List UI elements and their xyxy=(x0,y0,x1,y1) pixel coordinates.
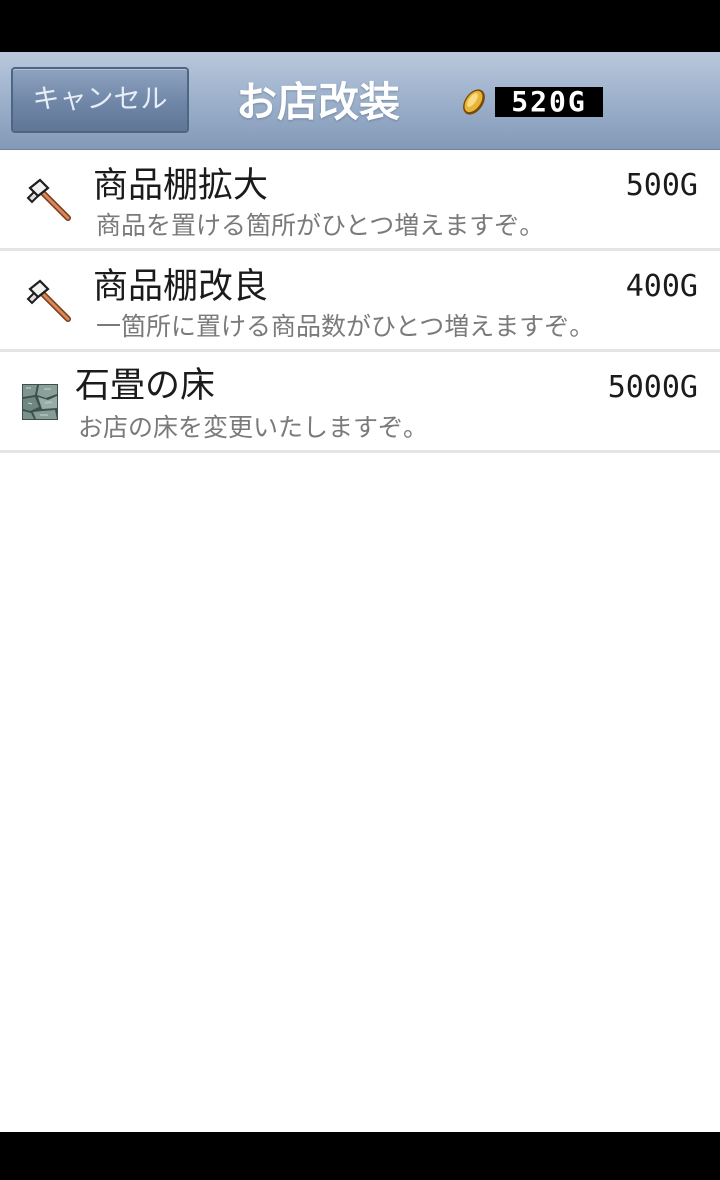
list-item[interactable]: 石畳の床 5000G お店の床を変更いたしますぞ。 xyxy=(0,352,720,453)
list-item[interactable]: 商品棚拡大 500G 商品を置ける箇所がひとつ増えますぞ。 xyxy=(0,150,720,251)
hammer-icon xyxy=(26,178,71,221)
header-bar: キャンセル お店改装 520G xyxy=(0,52,720,150)
gold-coin-icon xyxy=(463,89,485,115)
item-description: 一箇所に置ける商品数がひとつ増えますぞ。 xyxy=(96,312,595,341)
item-price: 5000G xyxy=(607,370,698,405)
cancel-button[interactable]: キャンセル xyxy=(11,67,189,133)
item-price: 500G xyxy=(625,168,698,203)
item-description: 商品を置ける箇所がひとつ増えますぞ。 xyxy=(96,211,545,240)
list-item[interactable]: 商品棚改良 400G 一箇所に置ける商品数がひとつ増えますぞ。 xyxy=(0,251,720,352)
item-name: 商品棚改良 xyxy=(93,267,269,307)
status-bar xyxy=(0,0,720,52)
hammer-icon xyxy=(26,279,71,322)
upgrade-list: 商品棚拡大 500G 商品を置ける箇所がひとつ増えますぞ。 商品棚改良 400G… xyxy=(0,150,720,1132)
item-name: 石畳の床 xyxy=(75,366,216,406)
stone-floor-tile-icon xyxy=(22,384,58,420)
navigation-bar xyxy=(0,1132,720,1180)
screen: キャンセル お店改装 520G 商品棚拡大 500G 商品を置ける箇所がひとつ増… xyxy=(0,0,720,1180)
page-title: お店改装 xyxy=(236,78,400,126)
money-display: 520G xyxy=(495,87,603,117)
item-description: お店の床を変更いたしますぞ。 xyxy=(78,413,429,442)
item-price: 400G xyxy=(625,269,698,304)
item-name: 商品棚拡大 xyxy=(93,166,269,206)
